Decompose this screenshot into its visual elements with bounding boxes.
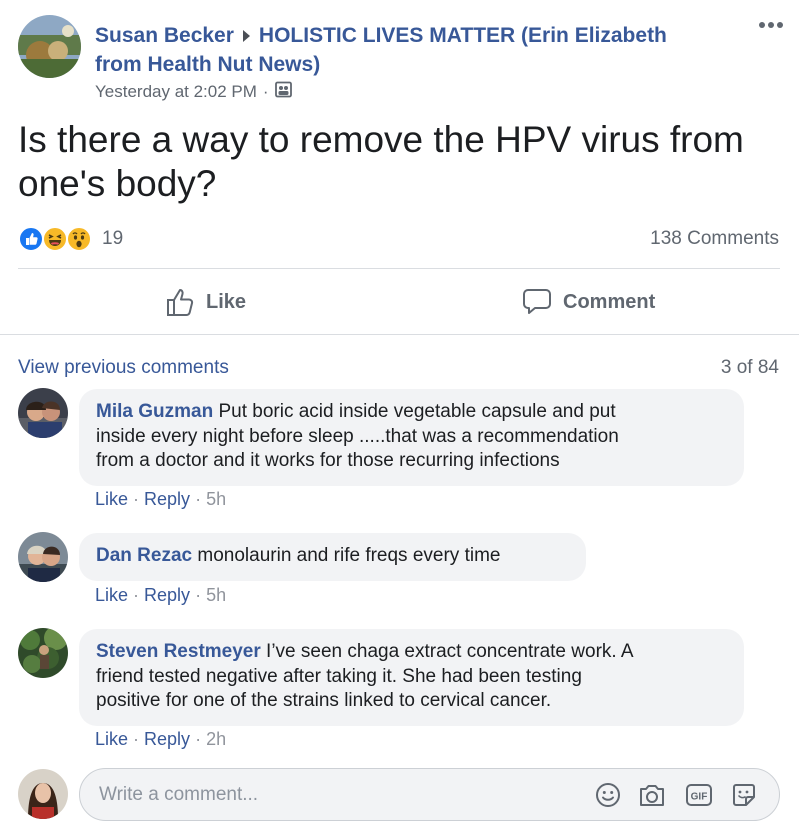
post-text-line: one's body? bbox=[18, 163, 217, 204]
comments-count-link[interactable]: 138 Comments bbox=[650, 228, 779, 250]
comment-text: friend tested negative after taking it. … bbox=[96, 665, 582, 687]
comment-text: monolaurin and rife freqs every time bbox=[197, 545, 501, 566]
comment-button-label: Comment bbox=[563, 290, 656, 313]
divider bbox=[18, 268, 780, 269]
gif-icon[interactable]: GIF bbox=[685, 783, 713, 812]
comment-bubble: Mila Guzman Put boric acid inside vegeta… bbox=[79, 389, 744, 486]
divider bbox=[0, 334, 799, 335]
comment-like-link[interactable]: Like bbox=[95, 729, 128, 749]
commenter-name-link[interactable]: Mila Guzman bbox=[96, 401, 213, 422]
commenter-avatar[interactable] bbox=[18, 628, 68, 678]
haha-reaction-icon[interactable] bbox=[42, 226, 68, 252]
thumbs-up-icon bbox=[167, 289, 194, 316]
comment-text: positive for one of the strains linked t… bbox=[96, 690, 552, 711]
group-audience-icon bbox=[274, 81, 292, 103]
comment-text: inside every night before sleep .....tha… bbox=[96, 425, 619, 447]
like-reaction-icon[interactable] bbox=[18, 226, 44, 252]
meta-separator: · bbox=[262, 82, 269, 101]
comment-bubble: Steven Restmeyer I’ve seen chaga extract… bbox=[79, 629, 744, 726]
commenter-avatar[interactable] bbox=[18, 532, 68, 582]
speech-bubble-icon bbox=[523, 289, 551, 314]
like-button[interactable]: Like bbox=[166, 287, 246, 317]
emoji-icon[interactable] bbox=[595, 782, 621, 813]
arrow-right-icon bbox=[242, 29, 250, 42]
more-options-icon[interactable] bbox=[757, 18, 787, 32]
post-group-link-cont[interactable]: from Health Nut News) bbox=[95, 53, 320, 76]
comment-text: from a doctor and it works for those rec… bbox=[96, 450, 560, 471]
camera-icon[interactable] bbox=[638, 782, 666, 813]
commenter-avatar[interactable] bbox=[18, 388, 68, 438]
sticker-icon[interactable] bbox=[731, 782, 757, 813]
comment-button[interactable]: Comment bbox=[522, 288, 655, 316]
reaction-count[interactable]: 19 bbox=[102, 228, 123, 250]
commenter-name-link[interactable]: Dan Rezac bbox=[96, 545, 192, 566]
comment-text: Put boric acid inside vegetable capsule … bbox=[218, 401, 616, 422]
view-previous-comments-link[interactable]: View previous comments bbox=[18, 357, 229, 379]
comment-reply-link[interactable]: Reply bbox=[144, 489, 190, 509]
comments-pager: 3 of 84 bbox=[720, 357, 779, 378]
comment-bubble: Dan Rezac monolaurin and rife freqs ever… bbox=[79, 533, 586, 581]
current-user-avatar bbox=[18, 769, 68, 819]
comment-input[interactable] bbox=[99, 781, 569, 809]
comment-time[interactable]: 5h bbox=[206, 489, 226, 509]
comment-time[interactable]: 5h bbox=[206, 585, 226, 605]
like-button-label: Like bbox=[206, 290, 247, 313]
post-text-line: Is there a way to remove the HPV virus f… bbox=[18, 119, 744, 160]
comment-text: I’ve seen chaga extract concentrate work… bbox=[266, 641, 634, 662]
post-author-link[interactable]: Susan Becker bbox=[95, 24, 234, 47]
post-timestamp[interactable]: Yesterday at 2:02 PM bbox=[95, 82, 257, 102]
author-avatar[interactable] bbox=[18, 15, 81, 78]
comment-reply-link[interactable]: Reply bbox=[144, 729, 190, 749]
wow-reaction-icon[interactable] bbox=[66, 226, 92, 252]
svg-text:GIF: GIF bbox=[691, 792, 708, 803]
post-group-link[interactable]: HOLISTIC LIVES MATTER (Erin Elizabeth bbox=[259, 24, 667, 47]
comment-like-link[interactable]: Like bbox=[95, 585, 128, 605]
comment-like-link[interactable]: Like bbox=[95, 489, 128, 509]
comment-reply-link[interactable]: Reply bbox=[144, 585, 190, 605]
commenter-name-link[interactable]: Steven Restmeyer bbox=[96, 641, 261, 662]
comment-time[interactable]: 2h bbox=[206, 729, 226, 749]
